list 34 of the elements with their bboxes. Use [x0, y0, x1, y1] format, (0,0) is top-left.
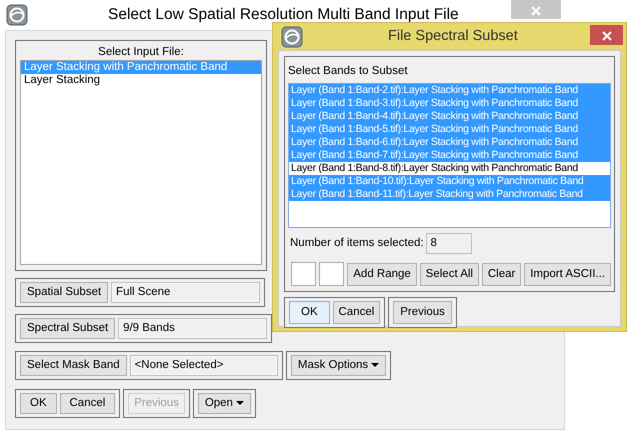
list-label: Select Bands to Subset — [288, 64, 409, 79]
caret-icon — [236, 400, 244, 405]
count-label: Number of items selected: — [290, 236, 424, 252]
previous-button[interactable]: Previous — [393, 301, 452, 324]
range-button[interactable]: Select All — [420, 262, 479, 286]
spectral-subset-button[interactable]: Spectral Subset — [20, 318, 116, 339]
ok-button[interactable]: OK — [20, 393, 57, 414]
close-icon — [531, 6, 541, 16]
close-button[interactable] — [590, 25, 623, 45]
range-button[interactable]: Import ASCII... — [524, 262, 611, 286]
list-item[interactable]: Layer (Band 1:Band-8.tif):Layer Stacking with Panchromatic Band — [289, 162, 610, 176]
count-field: 8 — [426, 233, 472, 254]
range-start-field[interactable] — [291, 262, 316, 286]
cancel-button[interactable]: Cancel — [332, 301, 380, 324]
close-icon — [602, 31, 612, 42]
list-label: Select Input File: — [97, 45, 185, 60]
mask-options-button[interactable]: Mask Options — [290, 355, 386, 376]
spatial-subset-button[interactable]: Spatial Subset — [20, 282, 108, 303]
spectral-subset-field: 9/9 Bands — [118, 318, 267, 339]
open-button[interactable]: Open — [198, 393, 251, 414]
ok-button[interactable]: OK — [289, 301, 330, 324]
app-icon — [6, 4, 28, 26]
mask-band-button[interactable]: Select Mask Band — [20, 355, 127, 376]
window-title: Select Low Spatial Resolution Multi Band Input File — [108, 5, 459, 26]
caret-icon — [371, 362, 380, 367]
range-button[interactable]: Clear — [482, 262, 522, 286]
range-button[interactable]: Add Range — [347, 262, 417, 286]
dialog-title: File Spectral Subset — [388, 26, 518, 46]
mask-band-field: <None Selected> — [130, 355, 278, 376]
list-item[interactable]: Layer Stacking — [21, 74, 261, 87]
spatial-subset-field: Full Scene — [111, 282, 260, 303]
range-end-field[interactable] — [319, 262, 344, 286]
app-icon — [281, 26, 303, 48]
cancel-button[interactable]: Cancel — [60, 393, 116, 414]
